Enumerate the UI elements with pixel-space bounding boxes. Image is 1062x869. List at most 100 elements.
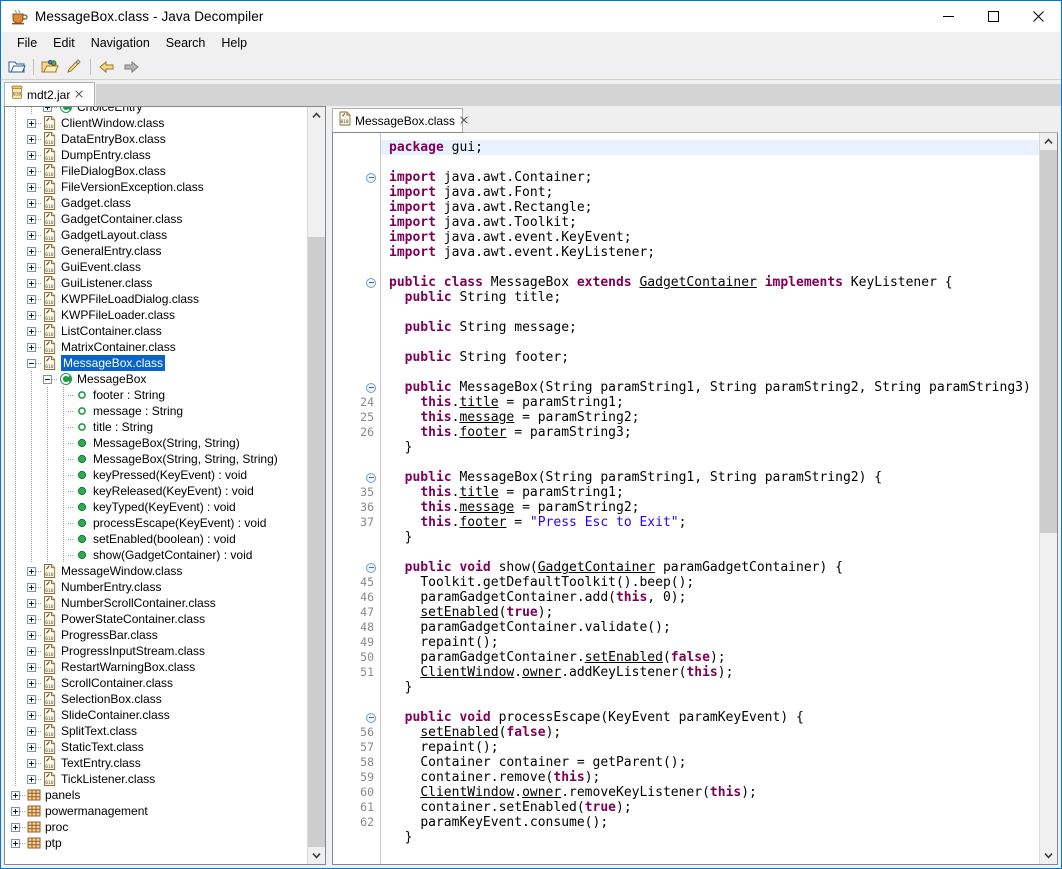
tree-expand-icon[interactable]: [27, 183, 36, 192]
tree-expand-icon[interactable]: [27, 615, 36, 624]
editor-tab-close-icon[interactable]: [459, 115, 469, 127]
tree-node[interactable]: 010FileVersionException.class: [5, 179, 307, 195]
code-text-area[interactable]: package gui;import java.awt.Container;im…: [381, 133, 1039, 864]
tree-node[interactable]: powermanagement: [5, 803, 307, 819]
tree-scroll-thumb[interactable]: [308, 237, 325, 847]
forward-arrow-icon[interactable]: [120, 56, 142, 77]
tree-node[interactable]: 010TextEntry.class: [5, 755, 307, 771]
editor-scroll-up-icon[interactable]: [1040, 133, 1057, 150]
minimize-button[interactable]: [926, 1, 971, 32]
tree-node[interactable]: ptp: [5, 835, 307, 851]
tree-expand-icon[interactable]: [27, 343, 36, 352]
tree-member-node[interactable]: keyTyped(KeyEvent) : void: [5, 499, 307, 515]
tree-member-node[interactable]: setEnabled(boolean) : void: [5, 531, 307, 547]
tree-expand-icon[interactable]: [27, 695, 36, 704]
tree-expand-icon[interactable]: [27, 599, 36, 608]
close-button[interactable]: [1016, 1, 1061, 32]
fold-toggle-icon[interactable]: [366, 383, 376, 393]
fold-toggle-icon[interactable]: [366, 563, 376, 573]
tree-expand-icon[interactable]: [27, 631, 36, 640]
jar-tab-close-icon[interactable]: [74, 89, 84, 101]
tree-node[interactable]: 010GadgetContainer.class: [5, 211, 307, 227]
tree-expand-icon[interactable]: [27, 263, 36, 272]
tree-node[interactable]: 010StaticText.class: [5, 739, 307, 755]
tree-node[interactable]: 010ScrollContainer.class: [5, 675, 307, 691]
fold-toggle-icon[interactable]: [366, 713, 376, 723]
tree-collapse-icon[interactable]: [27, 359, 36, 368]
tree-expand-icon[interactable]: [27, 311, 36, 320]
menu-edit[interactable]: Edit: [45, 34, 83, 52]
tree-node[interactable]: 010MessageWindow.class: [5, 563, 307, 579]
tree-expand-icon[interactable]: [27, 167, 36, 176]
tree-member-node[interactable]: title : String: [5, 419, 307, 435]
editor-tab-messagebox[interactable]: 010 MessageBox.class: [332, 108, 463, 132]
tree-member-node[interactable]: keyReleased(KeyEvent) : void: [5, 483, 307, 499]
fold-toggle-icon[interactable]: [366, 278, 376, 288]
fold-toggle-icon[interactable]: [366, 173, 376, 183]
tree-member-node[interactable]: footer : String: [5, 387, 307, 403]
menu-navigation[interactable]: Navigation: [83, 34, 158, 52]
tree-node[interactable]: 010ListContainer.class: [5, 323, 307, 339]
tree-node[interactable]: 010NumberScrollContainer.class: [5, 595, 307, 611]
tree-member-node[interactable]: keyPressed(KeyEvent) : void: [5, 467, 307, 483]
tree-node[interactable]: 010SplitText.class: [5, 723, 307, 739]
class-tree[interactable]: ChoiceEntry010ClientWindow.class010DataE…: [5, 107, 307, 864]
tree-node[interactable]: 010GeneralEntry.class: [5, 243, 307, 259]
tree-expand-icon[interactable]: [27, 199, 36, 208]
tree-node[interactable]: 010MatrixContainer.class: [5, 339, 307, 355]
tree-expand-icon[interactable]: [43, 107, 52, 112]
tree-scroll-up-icon[interactable]: [308, 107, 325, 124]
tree-node[interactable]: 010TickListener.class: [5, 771, 307, 787]
tree-expand-icon[interactable]: [11, 823, 20, 832]
tree-expand-icon[interactable]: [27, 119, 36, 128]
tree-expand-icon[interactable]: [27, 727, 36, 736]
tree-expand-icon[interactable]: [11, 839, 20, 848]
tree-node[interactable]: ChoiceEntry: [5, 107, 307, 115]
editor-scroll-thumb[interactable]: [1040, 150, 1057, 533]
tree-expand-icon[interactable]: [27, 775, 36, 784]
editor-scroll-down-icon[interactable]: [1040, 847, 1057, 864]
fold-toggle-icon[interactable]: [366, 473, 376, 483]
open-file-icon[interactable]: [6, 56, 28, 77]
tree-member-node[interactable]: MessageBox(String, String): [5, 435, 307, 451]
tree-expand-icon[interactable]: [11, 791, 20, 800]
tree-node[interactable]: 010PowerStateContainer.class: [5, 611, 307, 627]
tree-member-node[interactable]: message : String: [5, 403, 307, 419]
tree-expand-icon[interactable]: [27, 663, 36, 672]
tree-expand-icon[interactable]: [27, 759, 36, 768]
tree-node[interactable]: 010FileDialogBox.class: [5, 163, 307, 179]
tree-node[interactable]: 010GuiEvent.class: [5, 259, 307, 275]
tree-node[interactable]: 010DumpEntry.class: [5, 147, 307, 163]
tree-collapse-icon[interactable]: [43, 375, 52, 384]
maximize-button[interactable]: [971, 1, 1016, 32]
tree-member-node[interactable]: processEscape(KeyEvent) : void: [5, 515, 307, 531]
tree-member-node[interactable]: MessageBox(String, String, String): [5, 451, 307, 467]
tree-expand-icon[interactable]: [27, 743, 36, 752]
tree-vertical-scrollbar[interactable]: [307, 107, 325, 864]
tree-expand-icon[interactable]: [27, 327, 36, 336]
tree-node[interactable]: 010ProgressInputStream.class: [5, 643, 307, 659]
tree-expand-icon[interactable]: [27, 679, 36, 688]
tree-expand-icon[interactable]: [27, 711, 36, 720]
tree-node[interactable]: 010DataEntryBox.class: [5, 131, 307, 147]
tree-expand-icon[interactable]: [27, 215, 36, 224]
open-type-icon[interactable]: [39, 56, 61, 77]
tree-node[interactable]: 010RestartWarningBox.class: [5, 659, 307, 675]
menu-help[interactable]: Help: [213, 34, 255, 52]
tree-expand-icon[interactable]: [27, 647, 36, 656]
tree-node[interactable]: 010SelectionBox.class: [5, 691, 307, 707]
tree-expand-icon[interactable]: [27, 231, 36, 240]
tree-node[interactable]: 010KWPFileLoadDialog.class: [5, 291, 307, 307]
tree-node[interactable]: 010NumberEntry.class: [5, 579, 307, 595]
tree-expand-icon[interactable]: [27, 295, 36, 304]
tree-node[interactable]: 010KWPFileLoader.class: [5, 307, 307, 323]
tree-node[interactable]: 010ClientWindow.class: [5, 115, 307, 131]
tree-member-node[interactable]: show(GadgetContainer) : void: [5, 547, 307, 563]
tree-node[interactable]: 010ProgressBar.class: [5, 627, 307, 643]
back-arrow-icon[interactable]: [96, 56, 118, 77]
tree-node[interactable]: panels: [5, 787, 307, 803]
tree-expand-icon[interactable]: [27, 567, 36, 576]
tree-expand-icon[interactable]: [27, 247, 36, 256]
menu-file[interactable]: File: [9, 34, 45, 52]
tree-node[interactable]: 010MessageBox.class: [5, 355, 307, 371]
